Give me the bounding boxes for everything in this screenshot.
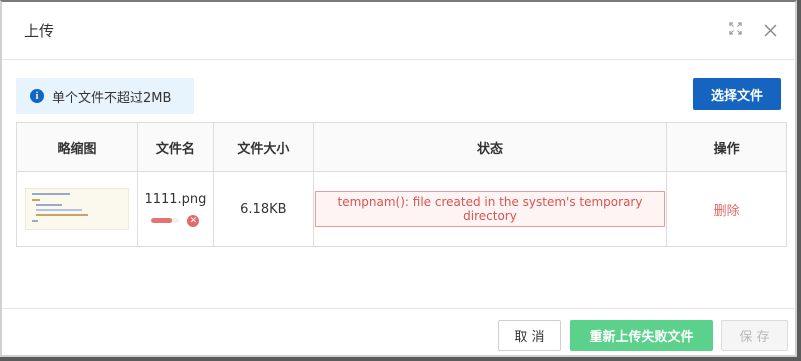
size-limit-tip: i 单个文件不超过2MB (16, 78, 194, 114)
info-icon: i (30, 89, 44, 103)
header-icons (729, 20, 777, 42)
error-x-icon: ✕ (187, 214, 200, 227)
thumbnail-cell (16, 171, 138, 247)
progress-fill (151, 218, 173, 223)
table-row: 1111.png ✕ 6.18KB tempnam(): file create… (16, 171, 787, 247)
file-name: 1111.png (144, 191, 207, 207)
close-icon[interactable] (764, 20, 777, 42)
delete-link[interactable]: 删除 (714, 204, 740, 219)
action-cell: 删除 (666, 171, 787, 247)
dialog-footer: 取 消 重新上传失败文件 保 存 (2, 308, 795, 360)
cancel-button[interactable]: 取 消 (498, 320, 561, 351)
tip-text: 单个文件不超过2MB (52, 90, 172, 106)
table-header-row: 略缩图 文件名 文件大小 状态 操作 (16, 122, 787, 172)
status-cell: tempnam(): file created in the system's … (312, 171, 668, 247)
progress-bar (151, 218, 180, 223)
col-filesize: 文件大小 (212, 122, 314, 172)
save-button[interactable]: 保 存 (721, 320, 788, 351)
upload-dialog: 上传 i 单个文件不超过2MB 选择文件 略缩图 文件名 文件大小 状态 操作 … (0, 0, 797, 357)
filename-cell: 1111.png ✕ (136, 171, 214, 247)
upload-toolbar: i 单个文件不超过2MB 选择文件 (16, 78, 781, 114)
reupload-failed-button[interactable]: 重新上传失败文件 (570, 320, 713, 351)
col-filename: 文件名 (136, 122, 214, 172)
file-thumbnail (24, 188, 129, 230)
file-table: 略缩图 文件名 文件大小 状态 操作 1111.png ✕ 6.18KB tem… (16, 122, 787, 247)
upload-progress: ✕ (139, 214, 212, 227)
choose-file-button[interactable]: 选择文件 (693, 78, 781, 110)
col-status: 状态 (312, 122, 668, 172)
col-action: 操作 (666, 122, 787, 172)
fullscreen-icon[interactable] (729, 22, 742, 39)
status-error-badge: tempnam(): file created in the system's … (314, 191, 666, 227)
col-thumbnail: 略缩图 (16, 122, 138, 172)
dialog-header: 上传 (2, 2, 795, 60)
filesize-cell: 6.18KB (212, 171, 314, 247)
dialog-title: 上传 (24, 22, 55, 40)
